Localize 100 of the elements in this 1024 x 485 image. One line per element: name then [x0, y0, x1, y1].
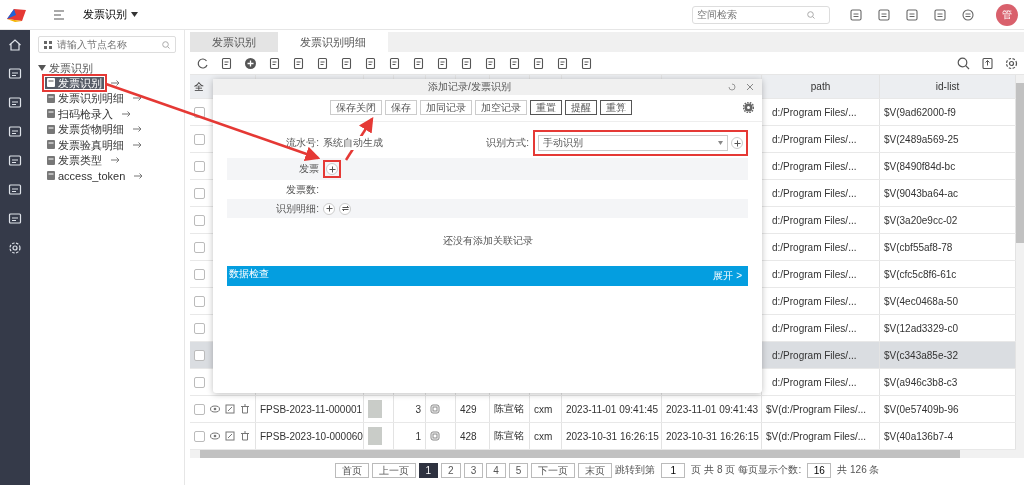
checkbox[interactable] — [194, 268, 205, 280]
tree-item[interactable]: 发票识别明细 — [45, 92, 126, 105]
trash-icon[interactable] — [240, 404, 250, 414]
plus-icon — [733, 139, 741, 147]
edit-icon[interactable] — [225, 431, 235, 441]
first-page-button[interactable]: 首页 — [334, 462, 369, 478]
tab[interactable]: 发票识别 — [190, 32, 278, 52]
tree-item[interactable]: 发票识别 — [49, 60, 93, 76]
arrow-right-icon[interactable] — [133, 95, 142, 102]
close-icon[interactable] — [746, 83, 754, 91]
checkbox[interactable] — [194, 160, 205, 172]
recognition-method-select[interactable]: 手动识别 — [538, 135, 728, 151]
refresh-icon[interactable] — [196, 56, 209, 70]
per-page-input[interactable]: 16 — [807, 462, 832, 478]
arrow-right-icon[interactable] — [122, 110, 131, 117]
document-icon[interactable] — [508, 56, 521, 70]
checkbox[interactable] — [194, 106, 205, 118]
dialog-title: 添加记录/发票识别 — [427, 80, 512, 94]
checkbox[interactable] — [194, 295, 205, 307]
checkbox[interactable] — [194, 403, 205, 415]
settings-icon[interactable] — [1005, 56, 1018, 70]
table-row[interactable]: FPSB-2023-11-000001 3 429 陈宣铭 cxm 2023-11-01 09:41:45 2023-11-01 09:41:43 $V(d:/Program Files/... $V(0e57409b-96 — [190, 396, 1016, 423]
document-icon[interactable] — [905, 7, 919, 22]
arrow-right-icon[interactable] — [111, 157, 120, 164]
tree-item[interactable]: 发票类型 — [45, 154, 104, 167]
vertical-scrollbar[interactable] — [1016, 75, 1024, 450]
checkbox[interactable] — [194, 214, 205, 226]
arrow-right-icon[interactable] — [133, 141, 142, 148]
expand-caret-icon[interactable] — [38, 65, 46, 71]
add-icon[interactable] — [244, 56, 257, 70]
edit-icon[interactable] — [225, 404, 235, 414]
add-button[interactable] — [323, 202, 335, 215]
gear-icon[interactable] — [8, 241, 22, 255]
page-button[interactable]: 4 — [486, 462, 506, 478]
field-label: 发票数: — [285, 182, 319, 197]
caret-icon — [131, 12, 138, 17]
document-icon[interactable] — [484, 56, 497, 70]
last-page-button[interactable]: 末页 — [578, 462, 613, 478]
dialog-button[interactable]: 重置 — [529, 100, 562, 115]
dialog-button[interactable]: 保存关闭 — [329, 100, 382, 115]
tree-item[interactable]: access_token — [45, 169, 128, 182]
page-button[interactable]: 5 — [508, 462, 529, 478]
checkbox[interactable] — [194, 241, 205, 253]
arrow-right-icon[interactable] — [134, 172, 144, 179]
document-icon[interactable] — [292, 56, 305, 70]
document-icon — [47, 140, 55, 150]
node-search-field[interactable]: 请输入节点名称 — [38, 36, 176, 53]
dialog-button[interactable]: 重算 — [599, 100, 632, 115]
document-icon[interactable] — [436, 56, 449, 70]
checkbox[interactable] — [194, 187, 205, 199]
dialog-button[interactable]: 保存 — [384, 100, 417, 115]
checkbox[interactable] — [194, 430, 205, 442]
page-button[interactable]: 2 — [441, 462, 461, 478]
tree-item[interactable]: 发票验真明细 — [45, 138, 126, 151]
swap-button[interactable] — [339, 202, 351, 215]
table-cell: 2023-11-01 09:41:45 — [562, 396, 662, 422]
dialog-button[interactable]: 加同记录 — [419, 100, 472, 115]
document-icon[interactable] — [460, 56, 473, 70]
table-cell: $V(d:/Program Files/... — [762, 423, 880, 449]
document-icon[interactable] — [220, 56, 233, 70]
tree-item[interactable]: 发票识别 — [45, 76, 104, 89]
document-icon[interactable] — [388, 56, 401, 70]
eye-icon[interactable] — [210, 431, 220, 441]
search-field[interactable]: 空间检索 — [692, 5, 830, 24]
dialog-button[interactable]: 提醒 — [564, 100, 597, 115]
previous-page-button[interactable]: 上一页 — [371, 462, 416, 478]
checkbox[interactable] — [194, 133, 205, 145]
page-input[interactable]: 1 — [661, 462, 686, 478]
field-value: 系统自动生成 — [323, 136, 383, 150]
checkbox[interactable] — [194, 376, 205, 388]
tree-item[interactable]: 扫码枪录入 — [45, 107, 115, 120]
next-page-button[interactable]: 下一页 — [531, 462, 576, 478]
settings-icon[interactable] — [743, 102, 754, 113]
search-icon[interactable] — [957, 56, 970, 70]
user-avatar[interactable]: 管 — [996, 3, 1018, 26]
tree-item[interactable]: 发票货物明细 — [45, 123, 126, 136]
dialog-button[interactable]: 加空记录 — [474, 100, 527, 115]
document-icon — [47, 93, 55, 103]
document-icon[interactable] — [364, 56, 377, 70]
arrow-right-icon[interactable] — [133, 126, 142, 133]
page-button[interactable]: 3 — [463, 462, 484, 478]
arrow-right-icon[interactable] — [111, 79, 120, 86]
table-cell: 1 — [394, 423, 426, 449]
page-button[interactable]: 1 — [418, 462, 439, 478]
module-dropdown[interactable]: 发票识别 — [81, 5, 140, 24]
add-button[interactable] — [326, 163, 338, 175]
trash-icon[interactable] — [240, 431, 250, 441]
export-icon[interactable] — [981, 56, 994, 70]
page-unit: 页 — [691, 463, 702, 477]
add-button[interactable] — [731, 137, 743, 149]
document-icon — [47, 171, 55, 181]
document-icon[interactable] — [556, 56, 569, 70]
checkbox[interactable] — [194, 349, 205, 361]
home-icon[interactable] — [8, 38, 22, 52]
eye-icon[interactable] — [210, 404, 220, 414]
field-label: 发票 — [298, 162, 319, 176]
tab[interactable]: 发票识别明细 — [278, 32, 388, 52]
empty-message: 还没有添加关联记录 — [442, 234, 533, 248]
checkbox[interactable] — [194, 322, 205, 334]
horizontal-scrollbar[interactable] — [190, 450, 1024, 458]
